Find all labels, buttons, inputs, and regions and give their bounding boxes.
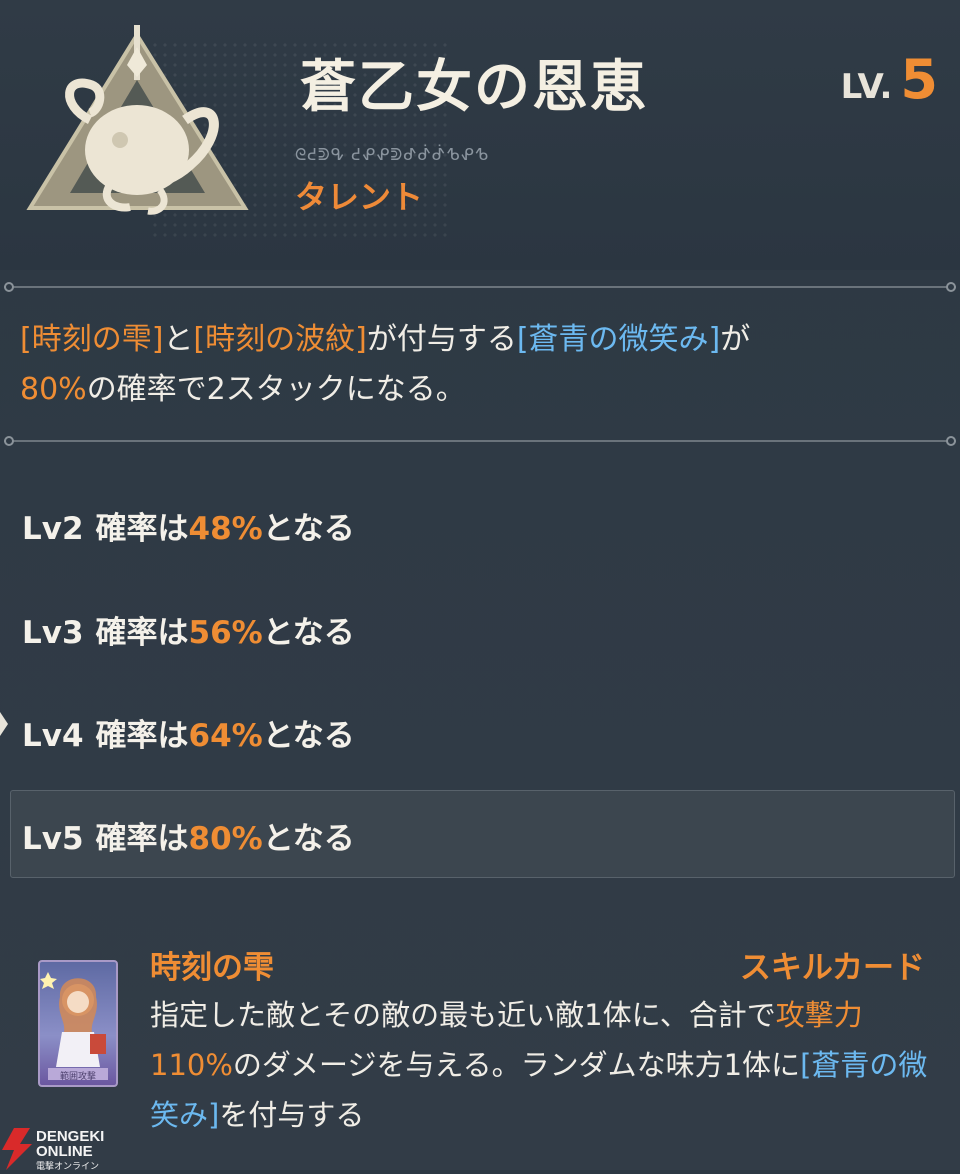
level-value: 80% [188, 821, 263, 857]
watermark-line3: 電撃オンライン [36, 1161, 100, 1171]
level-suffix: となる [262, 821, 355, 857]
level-tag: Lv3 [22, 615, 84, 651]
card-desc-text: のダメージを与える。ランダムな味方1体に [232, 1048, 801, 1082]
divider-bottom [4, 436, 956, 446]
divider-top [4, 282, 956, 292]
lightning-logo-icon [2, 1128, 32, 1170]
card-desc-text: 指定した敵とその敵の最も近い敵1体に、合計で [150, 998, 776, 1032]
level-suffix: となる [262, 511, 355, 547]
level-prefix: 確率は [95, 718, 189, 754]
skill-card-portrait[interactable]: 範囲攻撃 [38, 960, 118, 1087]
card-label: 範囲攻撃 [59, 1072, 96, 1082]
skill-card-name[interactable]: 時刻の雫 [150, 942, 274, 987]
level-row-4: Lv4 確率は64%となる [22, 710, 355, 755]
level-tag: Lv4 [22, 718, 84, 754]
level-suffix: となる [262, 615, 355, 651]
level-indicator: LV. 5 [841, 48, 938, 111]
level-tag: Lv2 [22, 511, 84, 547]
level-prefix: 確率は [95, 511, 189, 547]
skill-card-type: スキルカード [739, 950, 925, 986]
talent-header: 蒼乙女の恩恵 LV. 5 ᘓᕍᕲᕴ ᕍᕵᕵᕲᕷᕸᕸᕹᕵᕹ タレント [0, 0, 960, 270]
talent-emblem-icon [26, 25, 249, 215]
keyword-time-ripple[interactable]: [時刻の波紋] [193, 322, 366, 357]
level-value: 5 [900, 48, 938, 111]
level-tag: Lv5 [22, 821, 84, 857]
character-portrait-icon [40, 972, 108, 1080]
level-row-2: Lv2 確率は48%となる [22, 503, 355, 548]
card-desc-text: を付与する [219, 1098, 365, 1132]
desc-text: と [163, 322, 194, 357]
keyword-time-drop[interactable]: [時刻の雫] [20, 322, 163, 357]
level-row-5: Lv5 確率は80%となる [22, 813, 355, 858]
talent-title: 蒼乙女の恩恵 [300, 55, 648, 120]
level-value: 48% [188, 511, 263, 547]
skill-card-description: 指定した敵とその敵の最も近い敵1体に、合計で攻撃力110%のダメージを与える。ラ… [150, 990, 940, 1140]
desc-percentage: 80% [20, 372, 87, 407]
level-value: 56% [188, 615, 263, 651]
desc-text: の確率で2スタックになる。 [86, 372, 466, 407]
level-prefix: 確率は [95, 821, 189, 857]
level-row-3: Lv3 確率は56%となる [22, 607, 355, 652]
dengeki-online-watermark: DENGEKI ONLINE 電撃オンライン [0, 1128, 130, 1171]
level-prefix: 確率は [95, 615, 189, 651]
watermark-line2: ONLINE [36, 1143, 93, 1160]
keyword-azure-smile[interactable]: [蒼青の微笑み] [517, 322, 720, 357]
talent-description: [時刻の雫]と[時刻の波紋]が付与する[蒼青の微笑み]が 80%の確率で2スタック… [20, 315, 945, 415]
skill-card-section: 範囲攻撃 時刻の雫 スキルカード 指定した敵とその敵の最も近い敵1体に、合計で攻… [0, 930, 960, 1170]
decorative-glyph-text: ᘓᕍᕲᕴ ᕍᕵᕵᕲᕷᕸᕸᕹᕵᕹ [295, 145, 490, 164]
desc-text: が [720, 322, 751, 357]
talent-type-label: タレント [295, 178, 424, 216]
desc-text: が付与する [366, 322, 517, 357]
pointer-marker-icon [0, 712, 8, 736]
level-label: LV. [840, 67, 893, 107]
level-value: 64% [188, 718, 263, 754]
level-suffix: となる [262, 718, 355, 754]
